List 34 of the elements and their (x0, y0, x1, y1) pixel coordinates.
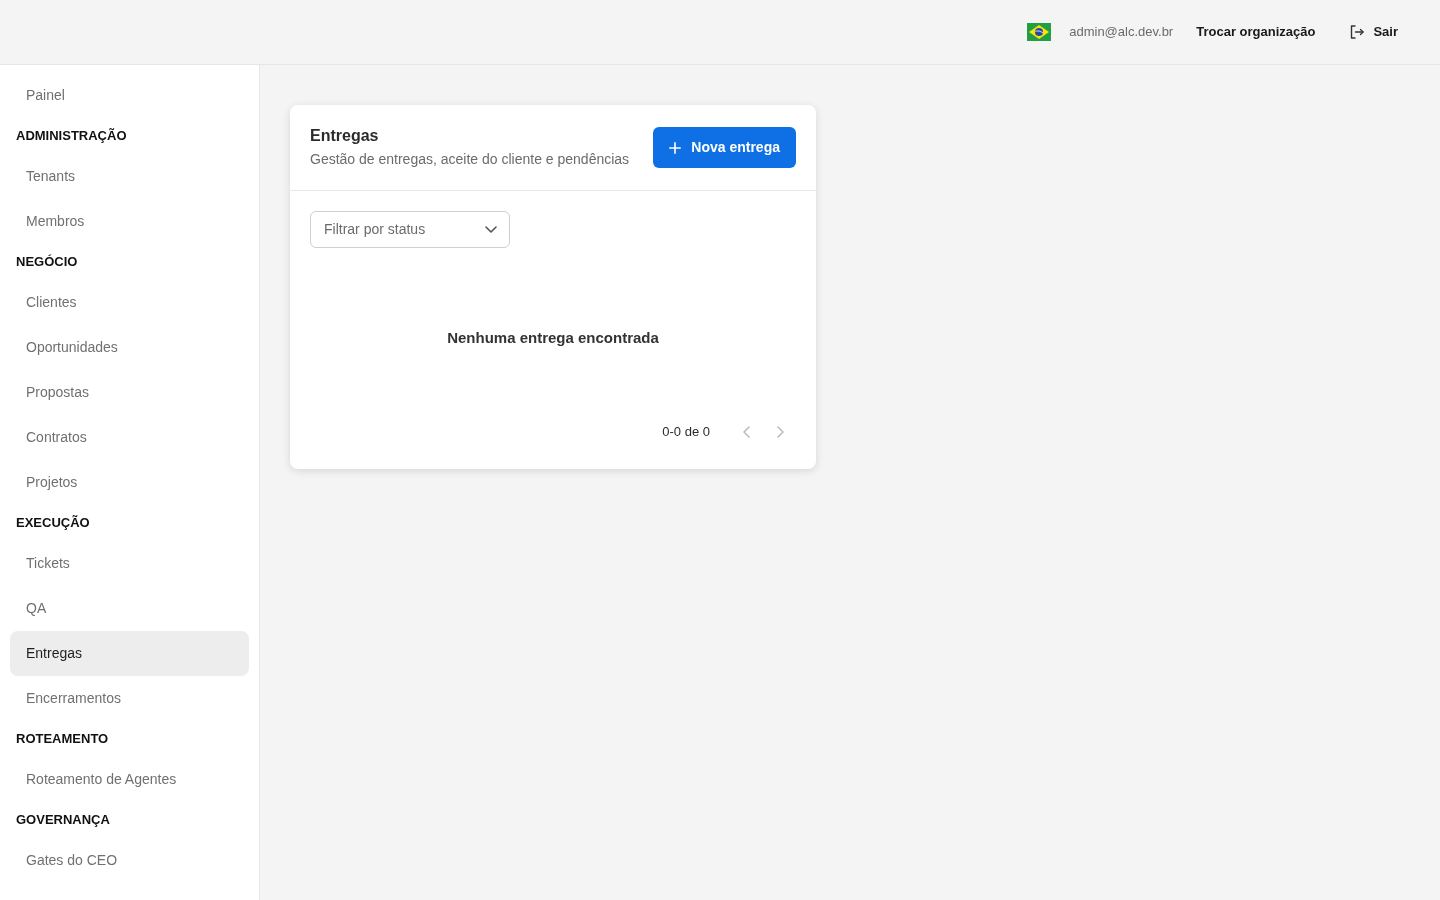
logout-button[interactable]: Sair (1338, 14, 1410, 50)
brazil-flag-icon (1027, 23, 1052, 41)
new-delivery-button[interactable]: Nova entrega (653, 127, 796, 168)
sidebar-item[interactable]: Encerramentos (10, 676, 249, 721)
sidebar-item[interactable]: Contratos (10, 415, 249, 460)
sidebar-item[interactable]: Tenants (10, 154, 249, 199)
status-filter-select[interactable]: Filtrar por status (310, 211, 510, 248)
sidebar-item[interactable]: Membros (10, 199, 249, 244)
sidebar-item[interactable]: Gates do CEO (10, 838, 249, 883)
sidebar-item[interactable]: Oportunidades (10, 325, 249, 370)
sidebar-item[interactable]: Entregas (10, 631, 249, 676)
sidebar-item[interactable]: Roteamento de Agentes (10, 757, 249, 802)
pagination-range: 0-0 de 0 (662, 423, 710, 442)
sidebar-item[interactable]: Propostas (10, 370, 249, 415)
sidebar-section-title: ADMINISTRAÇÃO (15, 127, 128, 146)
logout-icon (1350, 25, 1365, 39)
plus-icon (669, 141, 682, 154)
empty-state-message: Nenhuma entrega encontrada (446, 328, 660, 348)
sidebar-item[interactable]: Painel (10, 73, 249, 118)
chevron-left-icon (742, 426, 750, 438)
sidebar-section-title: ROTEAMENTO (15, 730, 110, 749)
sidebar-item[interactable]: Projetos (10, 460, 249, 505)
user-email: admin@alc.dev.br (1069, 23, 1174, 42)
sidebar-item[interactable]: QA (10, 586, 249, 631)
card-title: Entregas (310, 126, 380, 146)
sidebar-item[interactable]: Tickets (10, 541, 249, 586)
switch-organization-button[interactable]: Trocar organização (1184, 14, 1328, 50)
sidebar-item[interactable]: Clientes (10, 280, 249, 325)
sidebar-section-title: EXECUÇÃO (15, 514, 91, 533)
sidebar-section-title: NEGÓCIO (15, 253, 79, 272)
sidebar-section-title: GOVERNANÇA (15, 811, 111, 830)
chevron-right-icon (776, 426, 784, 438)
card-subtitle: Gestão de entregas, aceite do cliente e pendências (310, 150, 630, 169)
chevron-down-icon (485, 226, 497, 233)
